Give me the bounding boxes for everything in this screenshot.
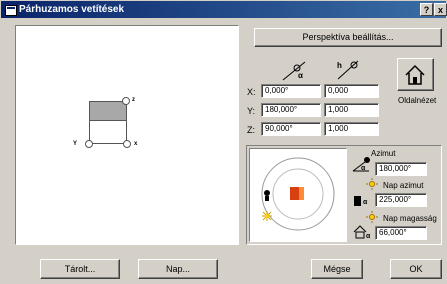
preview-front-face <box>89 120 127 144</box>
stored-button[interactable]: Tárolt... <box>40 259 120 279</box>
x-scale-field[interactable]: 0,000 <box>324 84 379 98</box>
y-scale-field[interactable]: 1,000 <box>324 103 379 117</box>
z-label: Z: <box>247 125 255 135</box>
sun-altitude-icon: α <box>353 225 371 240</box>
svg-text:α: α <box>366 233 371 240</box>
sun-altitude-label: Nap magasság <box>383 214 437 223</box>
window-icon <box>5 5 17 16</box>
sun-icon-azimut <box>366 178 378 190</box>
sun-azimut-icon: α <box>354 196 368 206</box>
y-label: Y: <box>247 106 256 116</box>
svg-text:α: α <box>363 199 368 206</box>
sun-azimut-field[interactable]: 225,000° <box>375 193 427 207</box>
window-title: Párhuzamos vetítések <box>19 4 125 15</box>
azimut-icon: α <box>352 157 370 172</box>
preview-pane[interactable]: z Y x <box>15 25 239 245</box>
sun-button[interactable]: Nap... <box>138 259 218 279</box>
side-view-button[interactable] <box>397 58 434 91</box>
svg-text:h: h <box>337 61 342 70</box>
x-label: X: <box>247 87 256 97</box>
y-axis-handle[interactable] <box>85 140 93 148</box>
dialog-window: Párhuzamos vetítések ? x z Y x Perspektí… <box>0 0 447 284</box>
sun-altitude-field[interactable]: 66,000° <box>375 226 427 240</box>
cancel-button[interactable]: Mégse <box>311 259 363 279</box>
azimut-label: Azimut <box>371 149 396 158</box>
preview-top-face <box>89 101 127 121</box>
close-button[interactable]: x <box>434 3 447 16</box>
z-axis-handle[interactable] <box>122 97 130 105</box>
svg-text:α: α <box>361 165 366 172</box>
y-axis-label: Y <box>73 141 78 147</box>
x-axis-handle[interactable] <box>123 140 131 148</box>
title-bar[interactable]: Párhuzamos vetítések ? x <box>1 1 447 18</box>
scale-icon: h <box>337 60 359 80</box>
sun-icon-altitude <box>366 211 378 223</box>
azimut-field[interactable]: 180,000° <box>375 162 427 176</box>
house-icon <box>405 64 425 85</box>
help-button[interactable]: ? <box>420 3 433 16</box>
x-angle-field[interactable]: 0,000° <box>261 84 321 98</box>
z-axis-label: z <box>132 97 135 103</box>
z-angle-field[interactable]: 90,000° <box>261 122 321 136</box>
y-angle-field[interactable]: 180,000° <box>261 103 321 117</box>
z-scale-field[interactable]: 1,000 <box>324 122 379 136</box>
side-view-label: Oldalnézet <box>398 96 437 105</box>
ok-button[interactable]: OK <box>390 259 442 279</box>
angle-icon: α <box>282 61 306 81</box>
orbit-diagram <box>261 157 335 231</box>
sun-orbit-view[interactable] <box>249 148 347 242</box>
perspective-settings-button[interactable]: Perspektíva beállítás... <box>254 28 442 47</box>
svg-text:α: α <box>298 71 303 80</box>
x-axis-label: x <box>134 141 138 147</box>
sun-azimut-label: Nap azimut <box>383 181 424 190</box>
